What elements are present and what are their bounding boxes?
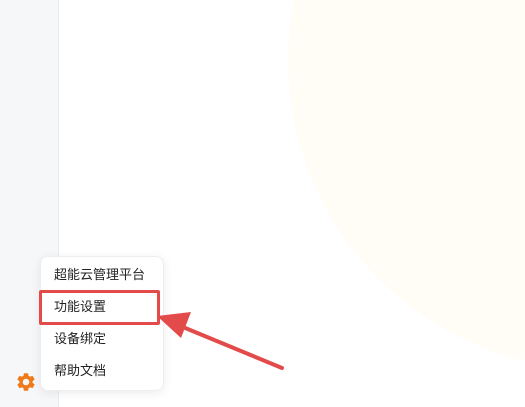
menu-item-help-docs[interactable]: 帮助文档 — [41, 356, 163, 388]
app-window: 超能云管理平台 功能设置 设备绑定 帮助文档 — [0, 0, 525, 407]
menu-item-device-binding[interactable]: 设备绑定 — [41, 324, 163, 356]
menu-item-cloud-platform[interactable]: 超能云管理平台 — [41, 260, 163, 292]
settings-popup-menu: 超能云管理平台 功能设置 设备绑定 帮助文档 — [40, 256, 164, 391]
gear-icon[interactable] — [15, 371, 37, 393]
background-decoration — [288, 0, 525, 370]
menu-item-feature-settings[interactable]: 功能设置 — [41, 292, 163, 324]
